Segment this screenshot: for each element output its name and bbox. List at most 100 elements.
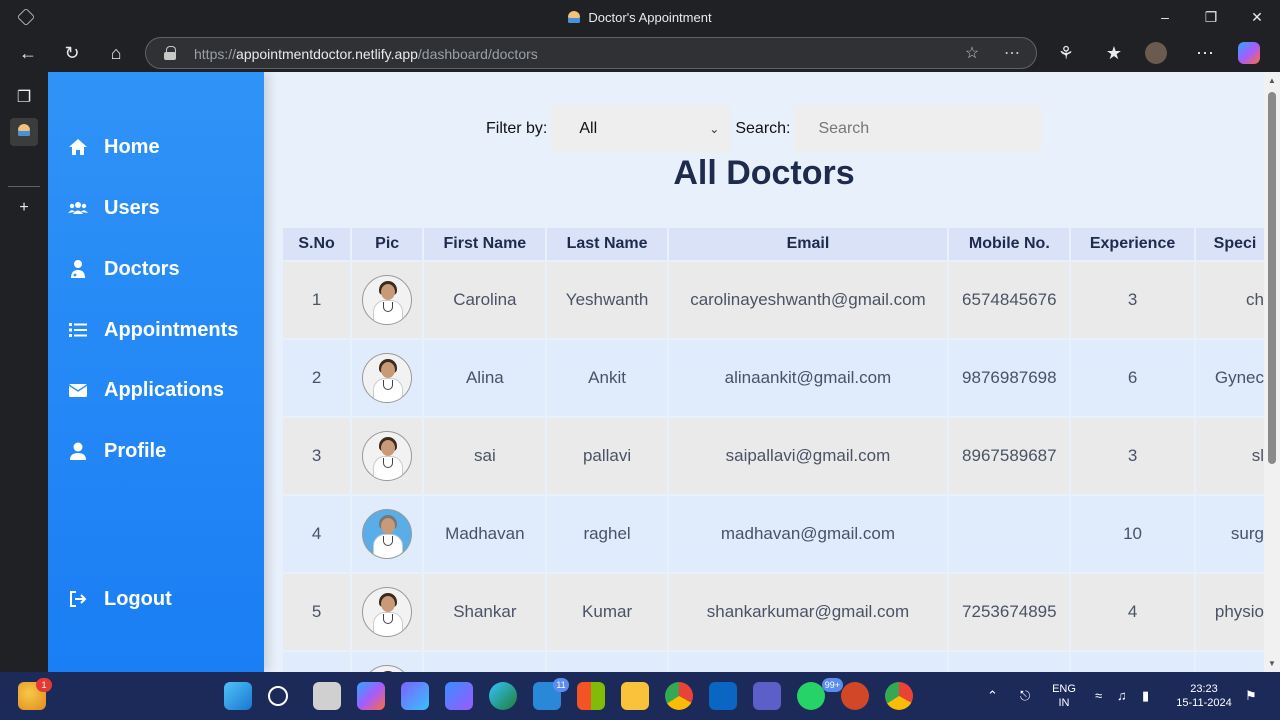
whatsapp-badge: 99+ <box>821 678 843 692</box>
copilot-taskbar-icon[interactable] <box>357 682 385 710</box>
users-icon <box>68 198 88 218</box>
logout-button[interactable]: Logout <box>68 583 172 615</box>
doctor-icon <box>68 259 88 279</box>
table-row[interactable]: 3 sai pallavi saipallavi@gmail.com 89675… <box>283 418 1264 494</box>
scrollbar-thumb[interactable] <box>1268 92 1276 464</box>
sidebar-item-label: Profile <box>104 439 167 462</box>
page-scrollbar[interactable]: ▲ ▼ <box>1264 72 1280 672</box>
search-input[interactable] <box>794 105 1043 153</box>
user-icon <box>68 441 88 461</box>
table-row[interactable]: 5 Shankar Kumar shankarkumar@gmail.com 7… <box>283 574 1264 650</box>
favorite-star-icon[interactable]: ☆ <box>962 44 982 64</box>
app-icon[interactable] <box>445 682 473 710</box>
search-icon[interactable] <box>268 686 288 706</box>
header-mobile[interactable]: Mobile No. <box>949 228 1070 260</box>
table-row[interactable]: 2 Alina Ankit alinaankit@gmail.com 98769… <box>283 340 1264 416</box>
new-tab-icon[interactable]: + <box>10 194 38 222</box>
table-row[interactable]: 4 Madhavan raghel madhavan@gmail.com 10 … <box>283 496 1264 572</box>
cell-last-name: Yeshwanth <box>547 262 667 338</box>
table-row[interactable]: 1 Carolina Yeshwanth carolinayeshwanth@g… <box>283 262 1264 338</box>
minimize-button[interactable]: – <box>1142 6 1188 28</box>
cell-pic <box>352 496 423 572</box>
cell-mobile: 9876987698 <box>949 340 1070 416</box>
refresh-icon[interactable]: ↻ <box>57 38 87 68</box>
chrome-profile-icon[interactable] <box>885 682 913 710</box>
cell-sno <box>283 652 351 672</box>
mail-icon[interactable]: 11 <box>533 678 569 710</box>
home-browser-icon[interactable]: ⌂ <box>101 38 131 68</box>
windows-start-icon[interactable] <box>224 682 252 710</box>
restore-button[interactable]: ❐ <box>1188 6 1234 28</box>
whatsapp-icon[interactable]: 99+ <box>797 678 843 710</box>
copilot-icon[interactable] <box>1238 42 1260 64</box>
cell-experience: 3 <box>1071 418 1194 494</box>
chrome-icon[interactable] <box>665 682 693 710</box>
table-row[interactable] <box>283 652 1264 672</box>
sidebar-item-applications[interactable]: Applications <box>68 374 224 406</box>
scroll-up-icon[interactable]: ▲ <box>1267 77 1277 85</box>
sidebar-item-label: Appointments <box>104 318 239 341</box>
wifi-icon[interactable]: ≈ <box>1095 688 1102 703</box>
notifications-bell-icon[interactable]: ⚑ <box>1245 688 1257 704</box>
header-last-name[interactable]: Last Name <box>547 228 667 260</box>
scroll-down-icon[interactable]: ▼ <box>1267 660 1277 668</box>
weather-badge: 1 <box>36 678 52 692</box>
favorites-icon[interactable]: ★ <box>1099 38 1129 68</box>
cell-specialization <box>1195 652 1264 672</box>
home-icon <box>68 137 88 157</box>
filter-selected-value: All <box>579 120 598 137</box>
header-experience[interactable]: Experience <box>1071 228 1194 260</box>
sidebar-item-home[interactable]: Home <box>68 131 160 163</box>
media-icon[interactable] <box>401 682 429 710</box>
cell-first-name: Alina <box>424 340 546 416</box>
teams-icon[interactable] <box>753 682 781 710</box>
window-title: Doctor's Appointment <box>0 10 1280 25</box>
tab-actions-icon[interactable]: ❐ <box>10 84 38 112</box>
battery-icon[interactable]: ▮ <box>1142 688 1149 704</box>
doctor-avatar <box>362 509 413 559</box>
linkedin-icon[interactable] <box>709 682 737 710</box>
cell-pic <box>352 574 423 650</box>
cell-mobile <box>949 652 1070 672</box>
edge-icon[interactable] <box>489 682 517 710</box>
folder-icon[interactable] <box>621 682 649 710</box>
list-icon <box>68 320 88 340</box>
header-sno[interactable]: S.No <box>283 228 351 260</box>
chevron-up-icon[interactable]: ⌃ <box>987 688 998 704</box>
store-icon[interactable] <box>577 682 605 710</box>
volume-icon[interactable]: ♫ <box>1117 688 1127 703</box>
address-bar[interactable]: https://appointmentdoctor.netlify.app/da… <box>145 37 1037 69</box>
sidebar-item-appointments[interactable]: Appointments <box>68 314 238 346</box>
header-specialization[interactable]: Speci <box>1195 228 1264 260</box>
header-pic[interactable]: Pic <box>352 228 423 260</box>
active-tab-icon[interactable] <box>10 118 38 146</box>
tab-favicon-icon <box>568 11 581 23</box>
url-text[interactable]: https://appointmentdoctor.netlify.app/da… <box>194 46 538 62</box>
sidebar-item-profile[interactable]: Profile <box>68 435 166 467</box>
language-indicator[interactable]: ENG IN <box>1048 682 1080 710</box>
close-window-button[interactable]: ✕ <box>1234 6 1280 28</box>
cell-sno: 5 <box>283 574 351 650</box>
profile-avatar[interactable] <box>1145 42 1167 64</box>
header-email[interactable]: Email <box>668 228 948 260</box>
filter-select[interactable]: All ⌄ <box>551 105 732 153</box>
lock-icon[interactable] <box>164 46 176 60</box>
cell-last-name: Ankit <box>547 340 667 416</box>
powerpoint-icon[interactable] <box>841 682 869 710</box>
settings-more-icon[interactable]: ⋯ <box>1190 38 1220 68</box>
sidebar-item-doctors[interactable]: Doctors <box>68 253 180 285</box>
clock[interactable]: 23:23 15-11-2024 <box>1168 682 1240 710</box>
bluetooth-icon[interactable]: ⎋ <box>1020 688 1030 704</box>
back-icon[interactable]: ← <box>13 38 43 68</box>
cell-experience: 3 <box>1071 262 1194 338</box>
cell-experience: 4 <box>1071 574 1194 650</box>
task-view-icon[interactable] <box>313 682 341 710</box>
weather-icon[interactable]: 1 <box>18 678 52 710</box>
sidebar-item-users[interactable]: Users <box>68 192 160 224</box>
cell-specialization: sl <box>1195 418 1264 494</box>
more-page-options-icon[interactable]: ⋯ <box>1002 44 1022 64</box>
header-first-name[interactable]: First Name <box>424 228 546 260</box>
extensions-icon[interactable]: ⚘ <box>1051 38 1081 68</box>
cell-email: carolinayeshwanth@gmail.com <box>668 262 948 338</box>
page: Home Users Doctors Appointments Applicat… <box>48 72 1280 672</box>
